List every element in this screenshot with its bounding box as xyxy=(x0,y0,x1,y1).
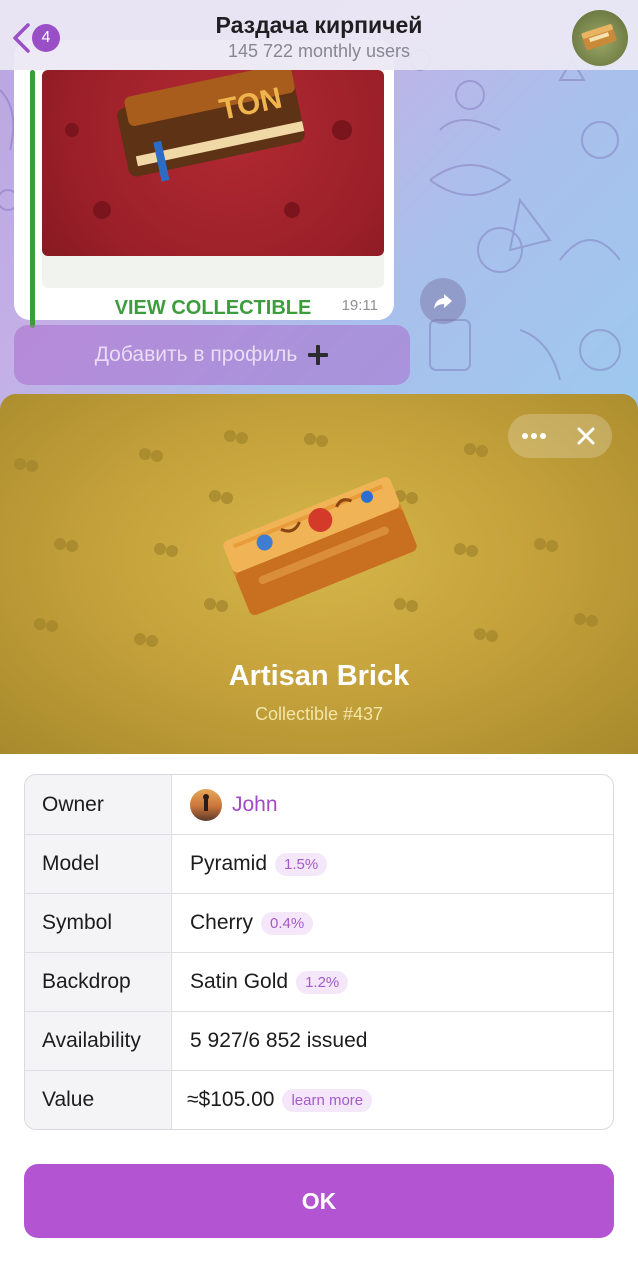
table-row-backdrop: Backdrop Satin Gold 1.2% xyxy=(25,952,613,1011)
add-to-profile-button[interactable]: Добавить в профиль xyxy=(14,325,410,385)
message-bubble: TON VIEW COLLECTIBLE 19:11 xyxy=(14,40,394,328)
table-row-owner: Owner John xyxy=(25,775,613,834)
view-collectible-button[interactable]: VIEW COLLECTIBLE xyxy=(42,288,384,328)
artisan-brick-icon xyxy=(223,477,417,615)
symbol-key: Symbol xyxy=(25,894,172,952)
hero-controls xyxy=(508,414,612,458)
close-icon xyxy=(577,427,595,445)
message-accent-bar xyxy=(30,70,35,328)
collectible-preview-card[interactable]: TON xyxy=(42,70,384,288)
value-text: ≈$105.00 xyxy=(187,1088,275,1111)
gift-info-table: Owner John Model Pyramid 1.5% Symbol Che… xyxy=(24,774,614,1130)
owner-avatar xyxy=(190,788,222,821)
gift-hero: Artisan Brick Collectible #437 xyxy=(0,394,638,754)
plus-icon xyxy=(308,345,329,365)
gift-name: Artisan Brick xyxy=(228,660,410,692)
more-button[interactable] xyxy=(514,416,554,456)
channel-avatar[interactable] xyxy=(572,10,628,66)
owner-name-link[interactable]: John xyxy=(232,793,278,817)
chat-title: Раздача кирпичей xyxy=(215,12,423,38)
value-key: Value xyxy=(25,1071,172,1129)
symbol-rarity-badge: 0.4% xyxy=(261,911,314,935)
person-silhouette-icon xyxy=(203,793,209,811)
add-to-profile-label: Добавить в профиль xyxy=(94,343,298,366)
collectible-preview-image: TON xyxy=(42,70,384,256)
owner-value[interactable]: John xyxy=(172,775,613,834)
model-key: Model xyxy=(25,835,172,893)
availability-key: Availability xyxy=(25,1012,172,1070)
share-icon xyxy=(434,294,452,309)
backdrop-key: Backdrop xyxy=(25,953,172,1011)
ok-button[interactable]: OK xyxy=(24,1164,614,1238)
backdrop-rarity-badge: 1.2% xyxy=(296,970,349,994)
backdrop-text: Satin Gold xyxy=(190,970,289,993)
share-button[interactable] xyxy=(420,278,466,324)
model-text: Pyramid xyxy=(190,852,268,875)
table-row-value: Value ≈$105.00 learn more xyxy=(25,1070,613,1129)
owner-key: Owner xyxy=(25,775,172,834)
more-icon xyxy=(522,433,546,439)
table-row-symbol: Symbol Cherry 0.4% xyxy=(25,893,613,952)
symbol-text: Cherry xyxy=(190,911,254,934)
model-rarity-badge: 1.5% xyxy=(275,852,328,876)
symbol-value: Cherry 0.4% xyxy=(172,894,613,952)
close-button[interactable] xyxy=(566,416,606,456)
gift-number: Collectible #437 xyxy=(254,704,384,724)
model-value: Pyramid 1.5% xyxy=(172,835,613,893)
chat-subtitle: 145 722 monthly users xyxy=(227,41,411,61)
ton-book-icon: TON xyxy=(65,70,352,219)
availability-value: 5 927/6 852 issued xyxy=(190,1029,368,1052)
table-row-model: Model Pyramid 1.5% xyxy=(25,834,613,893)
table-row-availability: Availability 5 927/6 852 issued xyxy=(25,1011,613,1070)
value-value: ≈$105.00 learn more xyxy=(172,1071,613,1129)
learn-more-link[interactable]: learn more xyxy=(282,1088,373,1112)
brick-avatar-icon xyxy=(581,24,617,51)
backdrop-value: Satin Gold 1.2% xyxy=(172,953,613,1011)
message-time: 19:11 xyxy=(341,297,378,314)
chat-header: 4 Раздача кирпичей 145 722 monthly users xyxy=(0,0,638,70)
